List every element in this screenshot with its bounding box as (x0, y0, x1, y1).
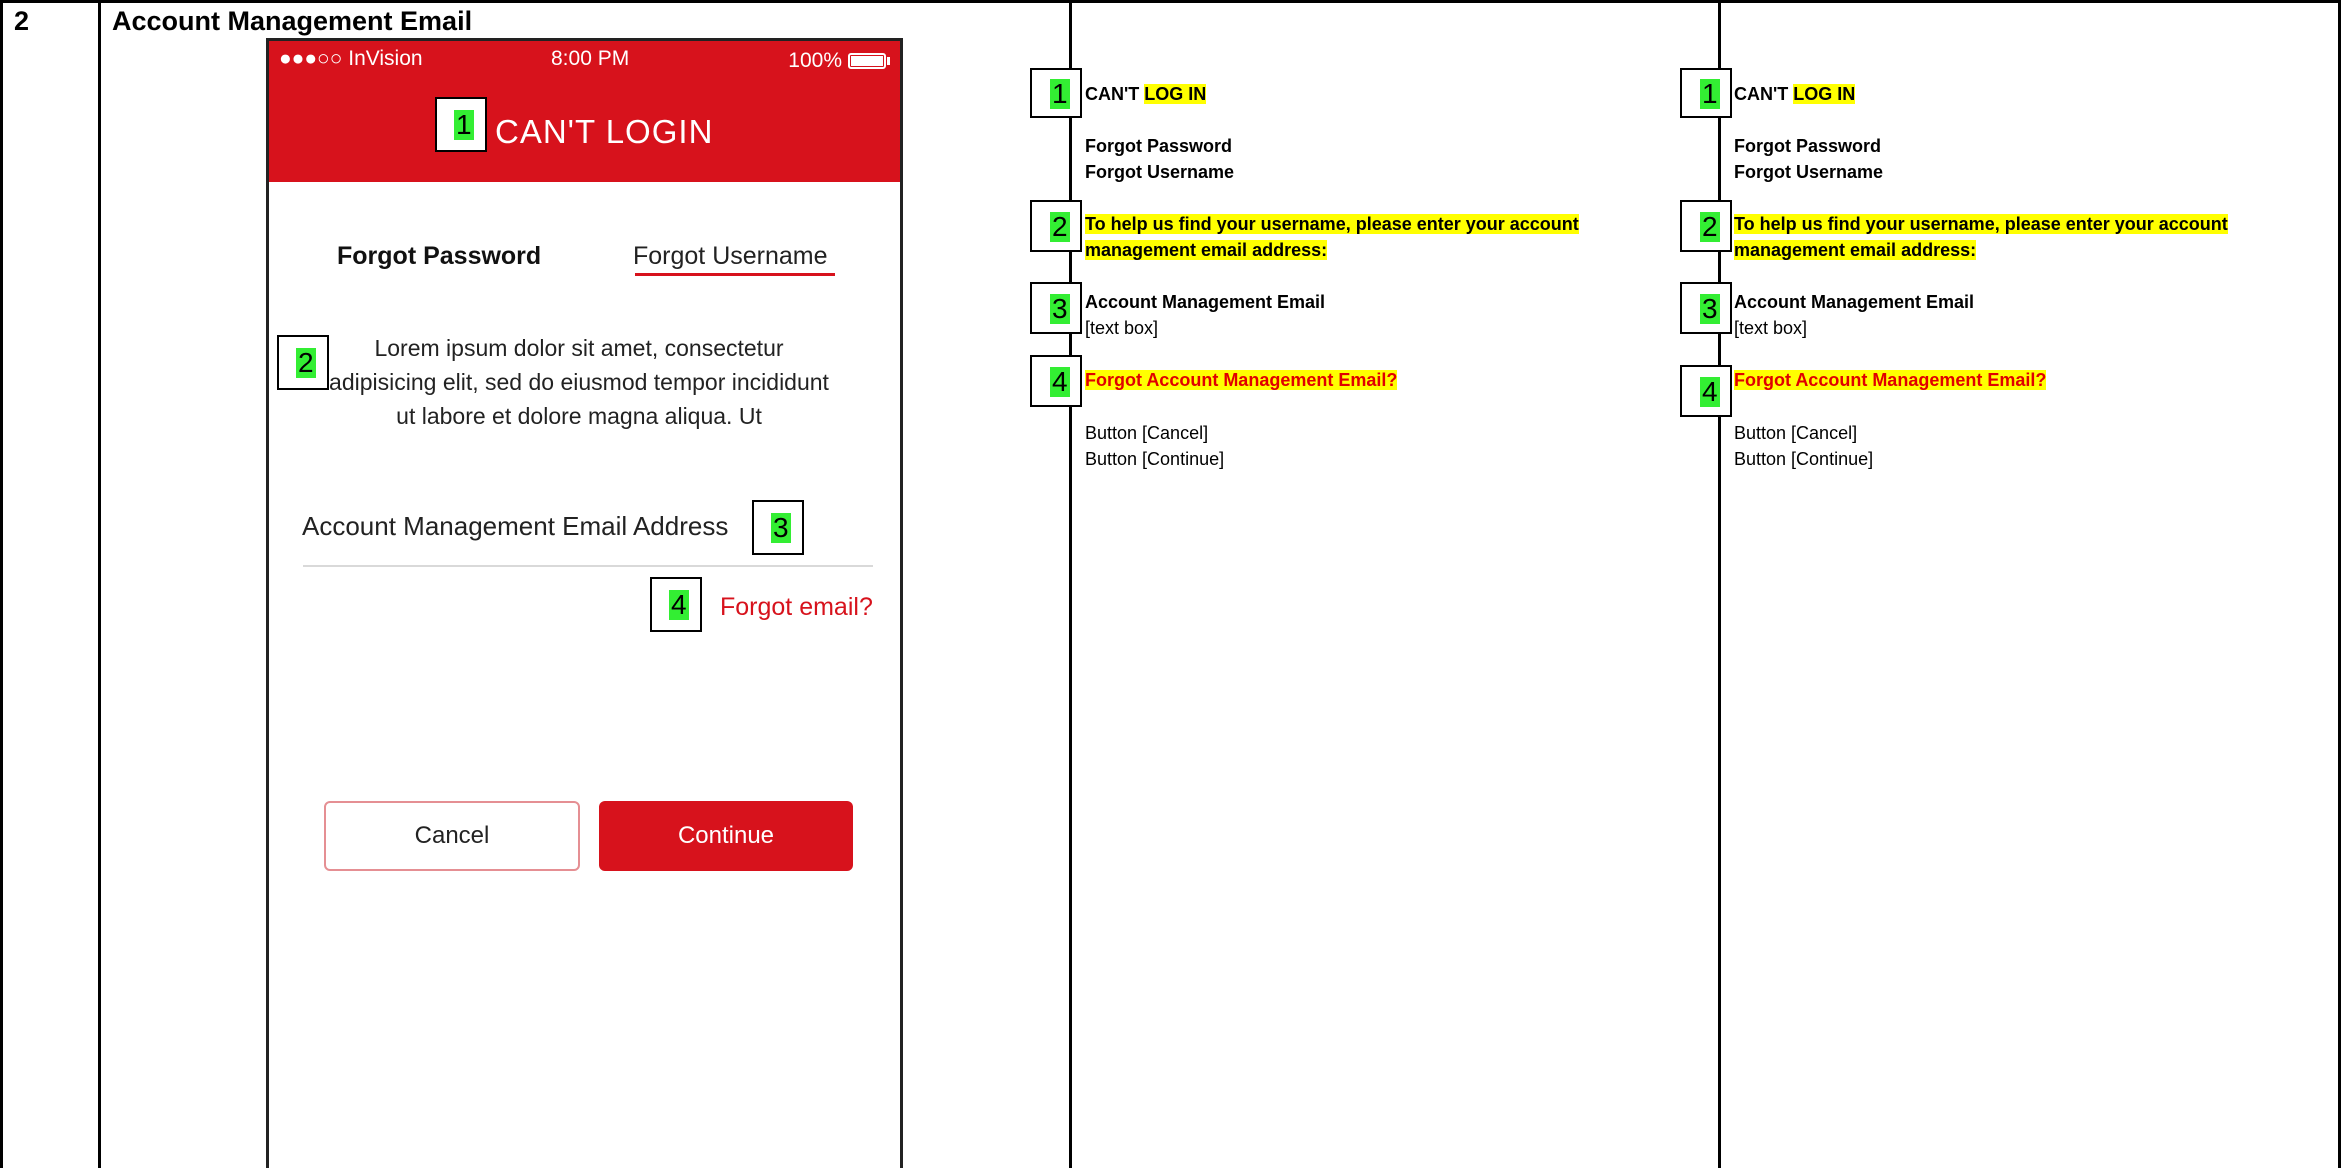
spec-title-prefix: CAN'T (1734, 84, 1794, 104)
spec-forgot-highlight: Forgot Account Management Email? (1734, 370, 2047, 390)
spec-help-highlight: To help us find your username, please en… (1085, 214, 1579, 260)
status-carrier: ●●●○○ InVision (279, 47, 423, 70)
spec2-tab2: Forgot Username (1734, 162, 1884, 182)
marker-number: 2 (1050, 211, 1070, 242)
spec1-button2: Button [Continue] (1085, 449, 1225, 469)
spec2-tab1: Forgot Password (1734, 136, 1882, 156)
spec2-title: CAN'T LOG IN (1734, 81, 1856, 107)
description-text: Lorem ipsum dolor sit amet, consectetur … (329, 335, 829, 429)
cancel-button[interactable]: Cancel (324, 801, 580, 871)
column-divider-3 (1718, 0, 1721, 1168)
tab-forgot-username[interactable]: Forgot Username (633, 242, 828, 271)
phone-mockup: ●●●○○ InVision 8:00 PM 100% CAN'T LOGIN … (266, 38, 903, 1168)
spec2-marker-3: 3 (1680, 282, 1732, 334)
column-divider-1 (98, 0, 101, 1168)
marker-number: 2 (1700, 211, 1720, 242)
spec2-marker-4: 4 (1680, 365, 1732, 417)
forgot-email-link[interactable]: Forgot email? (720, 593, 873, 622)
spec1-forgot-link: Forgot Account Management Email? (1085, 367, 1398, 393)
spec1-tab2: Forgot Username (1085, 162, 1235, 182)
marker-number: 3 (1700, 293, 1720, 324)
spec2-help-text: To help us find your username, please en… (1734, 211, 2304, 263)
continue-button[interactable]: Continue (599, 801, 853, 871)
marker-number: 1 (454, 109, 474, 140)
marker-4: 4 (650, 577, 702, 632)
row-title: Account Management Email (112, 6, 473, 36)
spec2-field-type: [text box] (1734, 318, 1808, 338)
tab-forgot-password[interactable]: Forgot Password (337, 242, 541, 271)
marker-1: 1 (435, 97, 487, 152)
marker-number: 2 (296, 347, 316, 378)
status-time: 8:00 PM (551, 47, 630, 70)
table-top-border (0, 0, 2341, 3)
spec1-field-type: [text box] (1085, 318, 1159, 338)
marker-number: 3 (1050, 293, 1070, 324)
spec-title-highlight: LOG IN (1793, 84, 1856, 104)
page-title: CAN'T LOGIN (495, 113, 714, 150)
spec2-button1: Button [Cancel] (1734, 423, 1858, 443)
status-battery: 100% (788, 47, 890, 75)
spec-forgot-highlight: Forgot Account Management Email? (1085, 370, 1398, 390)
spec1-help-text: To help us find your username, please en… (1085, 211, 1655, 263)
spec1-field-label: Account Management Email (1085, 292, 1326, 312)
email-field-underline (303, 565, 873, 567)
column-divider-2 (1069, 0, 1072, 1168)
marker-2: 2 (277, 335, 329, 390)
spec2-forgot-link: Forgot Account Management Email? (1734, 367, 2047, 393)
table-left-border (0, 0, 3, 1168)
marker-number: 1 (1050, 78, 1070, 109)
spec-title-highlight: LOG IN (1144, 84, 1207, 104)
marker-number: 4 (669, 589, 689, 620)
spec2-button2: Button [Continue] (1734, 449, 1874, 469)
spec1-title: CAN'T LOG IN (1085, 81, 1207, 107)
row-number: 2 (14, 6, 30, 36)
active-tab-indicator (635, 273, 835, 276)
spec1-marker-1: 1 (1030, 68, 1082, 118)
spec1-marker-3: 3 (1030, 282, 1082, 334)
tab-bar: Forgot Password Forgot Username (269, 182, 900, 287)
battery-icon (848, 53, 886, 69)
spec1-marker-4: 4 (1030, 355, 1082, 407)
spec-title-prefix: CAN'T (1085, 84, 1145, 104)
spec1-tab1: Forgot Password (1085, 136, 1233, 156)
marker-number: 3 (771, 512, 791, 543)
spec1-button1: Button [Cancel] (1085, 423, 1209, 443)
app-header: ●●●○○ InVision 8:00 PM 100% CAN'T LOGIN (269, 41, 900, 182)
spec2-marker-1: 1 (1680, 68, 1732, 118)
spec1-marker-2: 2 (1030, 200, 1082, 252)
spec2-field-label: Account Management Email (1734, 292, 1975, 312)
marker-3: 3 (752, 500, 804, 555)
battery-tip-icon (887, 57, 890, 65)
marker-number: 4 (1050, 366, 1070, 397)
marker-number: 4 (1700, 376, 1720, 407)
battery-percent: 100% (788, 49, 842, 72)
spec-help-highlight: To help us find your username, please en… (1734, 214, 2228, 260)
marker-number: 1 (1700, 78, 1720, 109)
spec2-marker-2: 2 (1680, 200, 1732, 252)
email-field[interactable]: Account Management Email Address (302, 511, 728, 542)
